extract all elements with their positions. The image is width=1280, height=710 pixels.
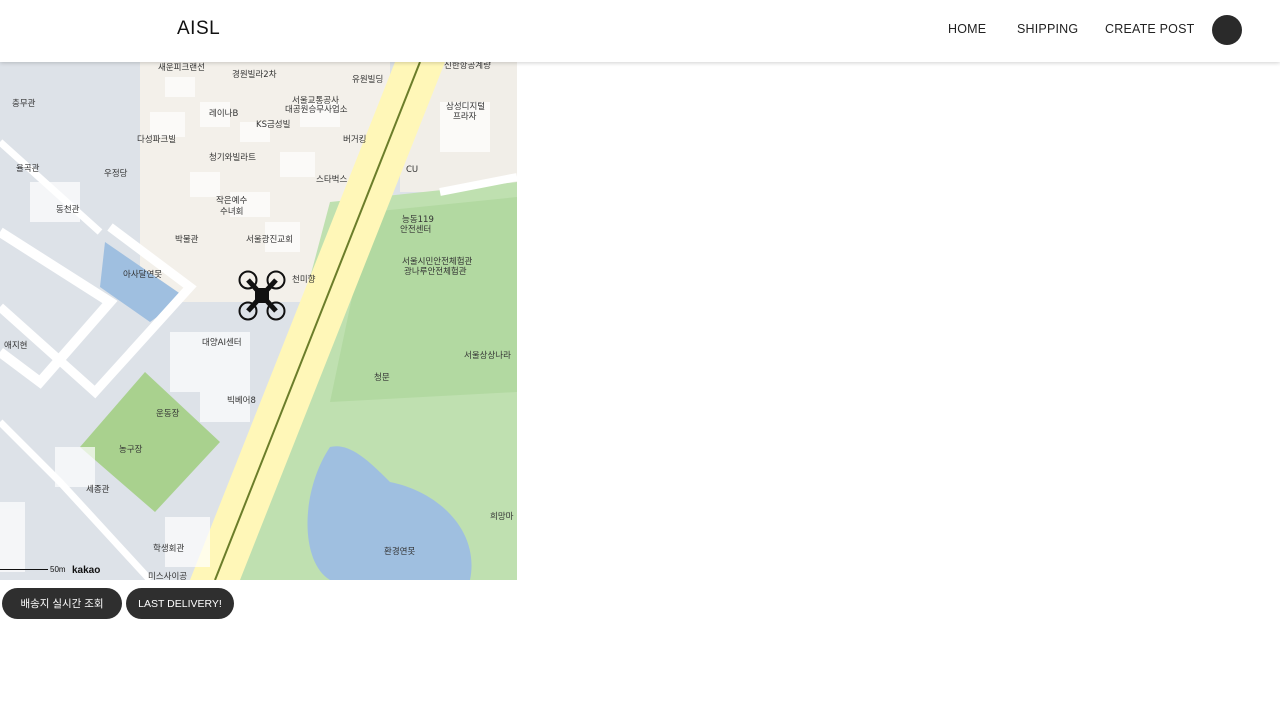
map-label: 율곡관 xyxy=(16,163,40,174)
map-label: 새운피크랜선 xyxy=(158,62,205,73)
map-label: 안전센터 xyxy=(400,224,431,235)
nav-create-post[interactable]: CREATE POST xyxy=(1105,22,1194,36)
map-scale: 50m xyxy=(0,565,66,574)
map-label: 대양AI센터 xyxy=(202,337,242,348)
map-label: 능동119 xyxy=(402,215,434,225)
map-label: 스타벅스 xyxy=(316,174,347,185)
map-label: 신한항공계량 xyxy=(444,62,491,71)
map-label: 희망마 xyxy=(490,511,514,522)
map-label: 아사달연못 xyxy=(123,269,162,280)
map-label: 유원빌딩 xyxy=(352,74,383,85)
map-label: 작은예수 xyxy=(216,195,247,206)
map-attribution[interactable]: kakao xyxy=(72,565,100,576)
map-label: 버거킹 xyxy=(343,134,366,145)
map-label: KS금성빌 xyxy=(256,119,290,130)
map-label: 청기와빌라트 xyxy=(209,152,256,163)
map-label: 서울시민안전체험관 xyxy=(402,256,473,267)
map-label: 수녀회 xyxy=(220,207,243,217)
map-label: 프라자 xyxy=(453,112,477,122)
map-label: 서울상상나라 xyxy=(464,350,511,361)
nav-home[interactable]: HOME xyxy=(948,22,986,36)
map-label: 다성파크빌 xyxy=(137,134,176,145)
scale-label: 50m xyxy=(50,565,66,574)
map-label: 빅베어8 xyxy=(227,395,256,406)
map-label: 미스사이공 xyxy=(148,571,187,580)
map-label: 우정당 xyxy=(104,168,128,179)
last-delivery-button[interactable]: LAST DELIVERY! xyxy=(126,588,234,619)
map-label: 천미향 xyxy=(292,274,316,285)
map-label: 충무관 xyxy=(12,98,36,109)
map-label: 세종관 xyxy=(86,484,110,495)
map-label: 환경연못 xyxy=(384,546,415,557)
user-avatar[interactable] xyxy=(1212,15,1242,45)
map-label: 박물관 xyxy=(175,234,199,245)
map-label: 삼성디지털 xyxy=(446,101,485,112)
map-label: 애지현 xyxy=(4,341,27,351)
brand-logo[interactable]: AISL xyxy=(177,18,220,40)
map-label: 학생회관 xyxy=(153,543,184,554)
realtime-tracking-button[interactable]: 배송지 실시간 조회 xyxy=(2,588,122,619)
delivery-map[interactable]: 새운피크랜선 경원빌라2차 유원빌딩 신한항공계량 충무관 레이나B KS금성빌… xyxy=(0,62,517,580)
map-label: CU xyxy=(406,165,418,175)
map-label: 광나루안전체험관 xyxy=(404,266,467,277)
map-label: 운동장 xyxy=(156,408,180,419)
top-navbar: AISL HOME SHIPPING CREATE POST xyxy=(0,0,1280,62)
map-label: 경원빌라2차 xyxy=(232,69,277,80)
map-label: 대공원승무사업소 xyxy=(285,105,348,115)
drone-icon[interactable] xyxy=(238,270,288,322)
map-label: 농구장 xyxy=(119,444,143,455)
nav-shipping[interactable]: SHIPPING xyxy=(1017,22,1078,36)
map-label: 청문 xyxy=(374,373,390,383)
map-label: 레이나B xyxy=(209,108,238,119)
map-label: 서울광진교회 xyxy=(246,234,293,245)
map-label: 동천관 xyxy=(56,204,80,215)
